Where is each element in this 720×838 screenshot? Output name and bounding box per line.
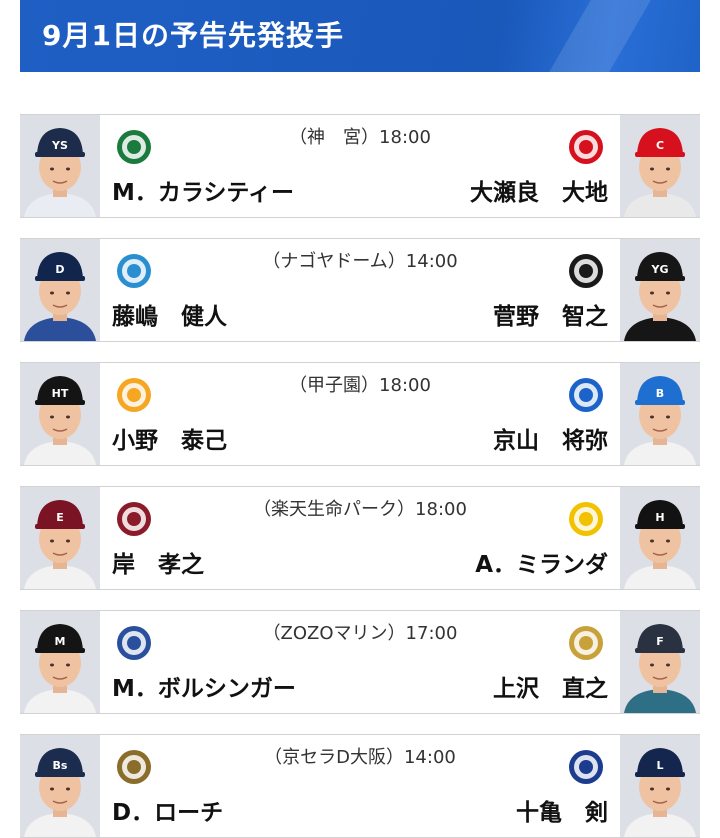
away-team-logo-graphic: [569, 750, 603, 784]
home-team-logo-icon: [114, 251, 154, 291]
away-team-logo-graphic: [569, 254, 603, 288]
svg-text:B: B: [656, 387, 664, 400]
svg-text:M: M: [55, 635, 66, 648]
home-pitcher-portrait: Bs: [20, 735, 100, 837]
home-team-logo-graphic: [117, 378, 151, 412]
away-pitcher-portrait: B: [620, 363, 700, 465]
away-pitcher-name[interactable]: A．ミランダ: [475, 545, 608, 579]
header-stripe-decoration: [549, 0, 651, 72]
away-team-logo-icon: [566, 127, 606, 167]
svg-text:HT: HT: [52, 387, 69, 400]
home-pitcher-portrait: M: [20, 611, 100, 713]
svg-text:E: E: [56, 511, 64, 524]
svg-text:YS: YS: [51, 139, 68, 152]
away-pitcher-name[interactable]: 上沢 直之: [493, 669, 608, 703]
matchup-row[interactable]: E H （楽天生命パーク）18:00 岸 孝之 A．ミランダ: [20, 486, 700, 590]
home-pitcher-name[interactable]: 小野 泰己: [112, 421, 227, 455]
home-pitcher-portrait: YS: [20, 115, 100, 217]
away-pitcher-photo: YG: [620, 239, 700, 341]
svg-text:C: C: [656, 139, 664, 152]
home-pitcher-photo: D: [20, 239, 100, 341]
venue-time: （ZOZOマリン）17:00: [262, 623, 458, 644]
home-pitcher-photo: Bs: [20, 735, 100, 837]
away-team-logo-icon: [566, 623, 606, 663]
page-title: 9月1日の予告先発投手: [42, 19, 344, 52]
away-pitcher-photo: L: [620, 735, 700, 837]
matchup-row[interactable]: YS C （神 宮）18:00 M．カラシティー 大瀬良 大地: [20, 114, 700, 218]
away-pitcher-photo: F: [620, 611, 700, 713]
home-pitcher-portrait: HT: [20, 363, 100, 465]
svg-text:H: H: [655, 511, 664, 524]
away-team-logo-graphic: [569, 502, 603, 536]
home-pitcher-photo: YS: [20, 115, 100, 217]
away-team-logo-icon: [566, 251, 606, 291]
svg-text:F: F: [656, 635, 664, 648]
svg-text:Bs: Bs: [53, 759, 68, 772]
away-pitcher-portrait: YG: [620, 239, 700, 341]
matchup-row[interactable]: D YG （ナゴヤドーム）14:00 藤嶋 健人 菅野 智之: [20, 238, 700, 342]
page-header: 9月1日の予告先発投手: [20, 0, 700, 72]
away-team-logo-graphic: [569, 130, 603, 164]
home-team-logo-icon: [114, 375, 154, 415]
svg-text:D: D: [55, 263, 64, 276]
venue-time: （京セラD大阪）14:00: [264, 747, 456, 768]
home-team-logo-icon: [114, 623, 154, 663]
away-pitcher-portrait: L: [620, 735, 700, 837]
away-pitcher-name[interactable]: 京山 将弥: [493, 421, 608, 455]
away-pitcher-portrait: C: [620, 115, 700, 217]
home-pitcher-photo: E: [20, 487, 100, 589]
home-team-logo-icon: [114, 127, 154, 167]
away-pitcher-photo: H: [620, 487, 700, 589]
venue-time: （神 宮）18:00: [289, 127, 431, 148]
home-pitcher-name[interactable]: M．ボルシンガー: [112, 669, 296, 703]
home-team-logo-graphic: [117, 626, 151, 660]
away-team-logo-icon: [566, 747, 606, 787]
away-team-logo-graphic: [569, 378, 603, 412]
matchup-row[interactable]: Bs L （京セラD大阪）14:00 D．ローチ 十亀 剣: [20, 734, 700, 838]
home-team-logo-icon: [114, 499, 154, 539]
home-pitcher-photo: HT: [20, 363, 100, 465]
venue-time: （ナゴヤドーム）14:00: [262, 251, 458, 272]
svg-text:L: L: [656, 759, 663, 772]
venue-time: （甲子園）18:00: [289, 375, 431, 396]
away-team-logo-icon: [566, 375, 606, 415]
away-pitcher-name[interactable]: 菅野 智之: [493, 297, 608, 331]
venue-time: （楽天生命パーク）18:00: [253, 499, 467, 520]
away-pitcher-photo: C: [620, 115, 700, 217]
matchup-row[interactable]: M F （ZOZOマリン）17:00 M．ボルシンガー 上沢 直之: [20, 610, 700, 714]
home-pitcher-portrait: E: [20, 487, 100, 589]
home-pitcher-photo: M: [20, 611, 100, 713]
away-team-logo-graphic: [569, 626, 603, 660]
away-pitcher-name[interactable]: 大瀬良 大地: [470, 173, 608, 207]
home-pitcher-portrait: D: [20, 239, 100, 341]
home-pitcher-name[interactable]: D．ローチ: [112, 793, 223, 827]
home-pitcher-name[interactable]: M．カラシティー: [112, 173, 294, 207]
home-team-logo-icon: [114, 747, 154, 787]
away-pitcher-portrait: F: [620, 611, 700, 713]
svg-text:YG: YG: [651, 263, 669, 276]
away-team-logo-icon: [566, 499, 606, 539]
home-team-logo-graphic: [117, 750, 151, 784]
away-pitcher-photo: B: [620, 363, 700, 465]
home-team-logo-graphic: [117, 502, 151, 536]
home-pitcher-name[interactable]: 藤嶋 健人: [112, 297, 227, 331]
home-pitcher-name[interactable]: 岸 孝之: [112, 545, 204, 579]
matchup-row[interactable]: HT B （甲子園）18:00 小野 泰己 京山 将弥: [20, 362, 700, 466]
home-team-logo-graphic: [117, 130, 151, 164]
away-pitcher-name[interactable]: 十亀 剣: [516, 793, 608, 827]
home-team-logo-graphic: [117, 254, 151, 288]
away-pitcher-portrait: H: [620, 487, 700, 589]
